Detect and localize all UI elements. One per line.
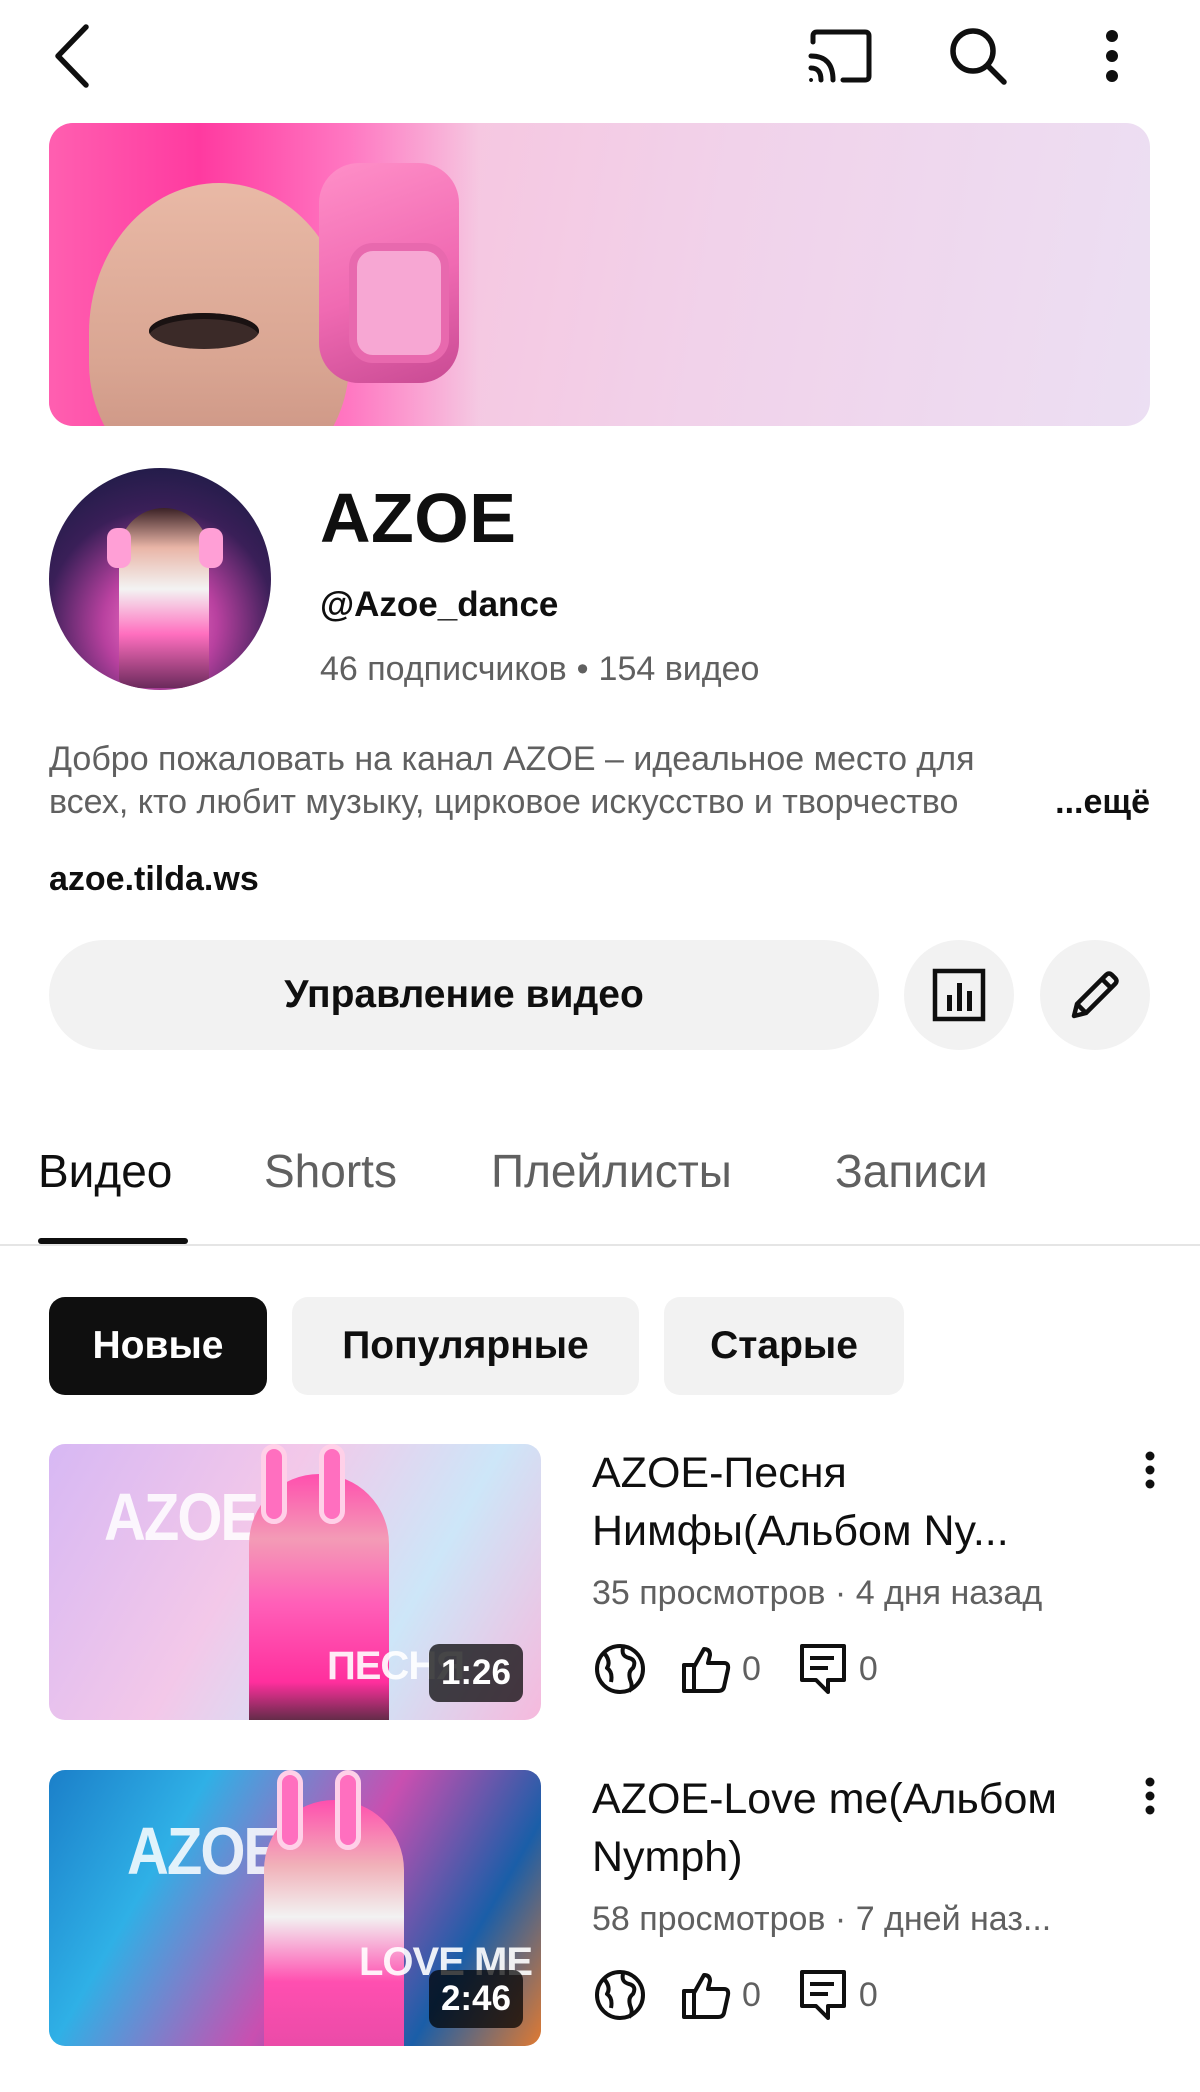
more-vertical-icon (1106, 30, 1118, 82)
channel-link[interactable]: azoe.tilda.ws (49, 860, 259, 899)
thumbnail-title-text: AZOE (104, 1480, 259, 1555)
banner-art-eye (149, 313, 259, 349)
channel-stats: 46 подписчиков • 154 видео (320, 650, 759, 689)
thumbnail-art-bunny-ear (261, 1444, 287, 1524)
channel-description[interactable]: Добро пожаловать на канал AZOE – идеальн… (49, 738, 1150, 824)
channel-avatar[interactable] (49, 468, 271, 690)
active-tab-indicator (38, 1238, 188, 1244)
thumbnail-art-bunny-ear (277, 1770, 303, 1850)
video-thumbnail[interactable]: AZOE LOVE ME 2:46 (49, 1770, 541, 2046)
thumbnail-art-bunny-ear (335, 1770, 361, 1850)
like-count: 0 (742, 1975, 761, 2014)
thumbnail-title-text: AZOE (127, 1814, 282, 1889)
avatar-art (119, 508, 209, 688)
video-meta: 58 просмотров · 7 дней наз... (592, 1900, 1052, 1938)
video-actions: 0 0 (592, 1639, 912, 1699)
channel-name: AZOE (320, 479, 517, 557)
video-meta: 35 просмотров · 4 дня назад (592, 1574, 1043, 1612)
video-more-button[interactable] (1130, 1450, 1170, 1510)
top-bar (0, 0, 1200, 112)
description-line-1: Добро пожаловать на канал AZOE – идеальн… (49, 740, 975, 778)
like-count: 0 (742, 1649, 761, 1688)
tab-videos[interactable]: Видео (38, 1144, 172, 1198)
banner-art-headphone-cup (349, 243, 449, 363)
tab-shorts[interactable]: Shorts (264, 1144, 397, 1198)
video-item[interactable]: AZOE LOVE ME 2:46 AZOE-Love me(Альбом Ny… (0, 1770, 1200, 2050)
video-actions: 0 0 (592, 1965, 912, 2025)
back-arrow-icon (55, 24, 89, 88)
description-more-link[interactable]: ...ещё (1055, 781, 1150, 824)
comment-count: 0 (858, 1975, 878, 2014)
more-options-button[interactable] (1072, 16, 1152, 96)
more-vertical-icon (1145, 1451, 1155, 1489)
filter-chip-popular[interactable]: Популярные (292, 1297, 639, 1395)
channel-tabs: Видео Shorts Плейлисты Записи (0, 1120, 1200, 1246)
back-button[interactable] (32, 16, 112, 96)
stats-separator: • (576, 650, 589, 688)
video-duration: 1:26 (428, 1644, 523, 1702)
video-title[interactable]: AZOE-Песня Нимфы(Альбом Ny... (592, 1444, 1132, 1560)
search-icon (950, 28, 1007, 85)
video-more-button[interactable] (1130, 1776, 1170, 1836)
comment-count: 0 (858, 1649, 878, 1688)
edit-pencil-icon (1071, 971, 1119, 1019)
edit-channel-button[interactable] (1040, 940, 1150, 1050)
more-vertical-icon (1145, 1777, 1155, 1815)
avatar-art-headphone-left (107, 528, 131, 568)
like-icon[interactable] (678, 1641, 734, 1697)
search-button[interactable] (938, 16, 1018, 96)
manage-videos-button[interactable]: Управление видео (49, 940, 879, 1050)
tab-posts[interactable]: Записи (835, 1144, 988, 1198)
channel-handle: @Azoe_dance (320, 585, 559, 624)
filter-chip-new[interactable]: Новые (49, 1297, 267, 1395)
comment-icon[interactable] (795, 1641, 851, 1697)
thumbnail-art-bunny-ear (319, 1444, 345, 1524)
filter-chip-old[interactable]: Старые (664, 1297, 904, 1395)
tab-playlists[interactable]: Плейлисты (491, 1144, 732, 1198)
avatar-art-headphone-right (199, 528, 223, 568)
visibility-public-icon[interactable] (592, 1967, 648, 2023)
comment-icon[interactable] (795, 1967, 851, 2023)
video-count: 154 видео (598, 650, 760, 688)
video-thumbnail[interactable]: AZOE ПЕСНЯ 1:26 (49, 1444, 541, 1720)
video-duration: 2:46 (428, 1970, 523, 2028)
subscriber-count: 46 подписчиков (320, 650, 567, 688)
analytics-icon (932, 968, 986, 1022)
cast-icon (808, 29, 872, 83)
description-line-2: всех, кто любит музыку, цирковое искусст… (49, 783, 959, 821)
cast-button[interactable] (800, 16, 880, 96)
visibility-public-icon[interactable] (592, 1641, 648, 1697)
video-item[interactable]: AZOE ПЕСНЯ 1:26 AZOE-Песня Нимфы(Альбом … (0, 1444, 1200, 1724)
channel-banner (49, 123, 1150, 426)
like-icon[interactable] (678, 1967, 734, 2023)
analytics-button[interactable] (904, 940, 1014, 1050)
video-title[interactable]: AZOE-Love me(Альбом Nymph) (592, 1770, 1132, 1886)
